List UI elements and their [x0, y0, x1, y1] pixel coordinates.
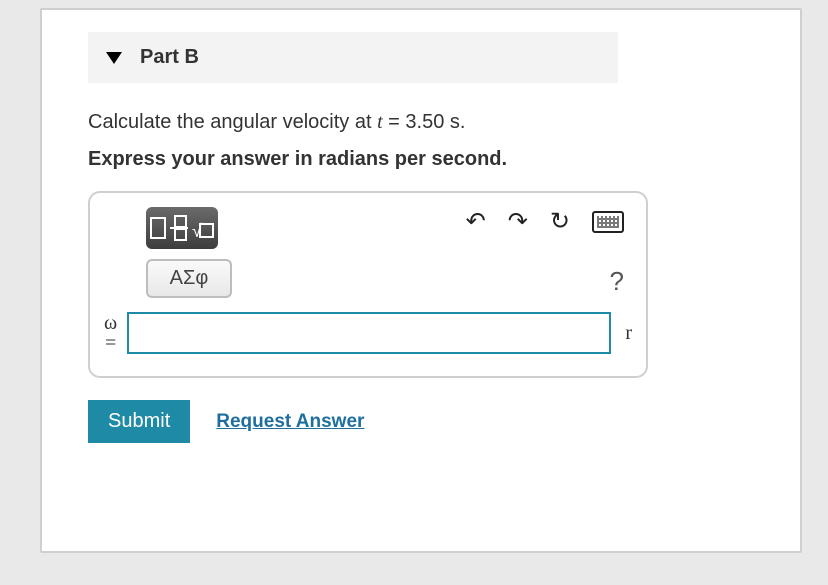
answer-input[interactable]: [127, 312, 611, 354]
question-prompt: Calculate the angular velocity at t = 3.…: [88, 111, 770, 134]
prompt-text-before: Calculate the angular velocity at: [88, 111, 377, 133]
prompt-equals: = 3.50 s.: [383, 111, 466, 133]
answer-area: √ ΑΣφ ↶ ↷ ↻ ? ω: [88, 191, 648, 378]
question-panel: Part B Calculate the angular velocity at…: [40, 8, 802, 553]
instruction-text: Express your answer in radians per secon…: [88, 148, 770, 171]
action-row: Submit Request Answer: [88, 400, 770, 443]
answer-variable-label: ω =: [104, 313, 117, 353]
template-box-icon: [150, 217, 166, 239]
math-templates-button[interactable]: √: [146, 207, 218, 249]
request-answer-link[interactable]: Request Answer: [216, 411, 364, 433]
unit-label: r: [621, 322, 632, 345]
redo-icon[interactable]: ↷: [508, 207, 528, 236]
collapse-triangle-icon: [106, 52, 122, 64]
equals-symbol: =: [105, 333, 116, 353]
undo-icon[interactable]: ↶: [466, 207, 486, 236]
part-title: Part B: [140, 46, 199, 69]
part-header[interactable]: Part B: [88, 32, 618, 83]
submit-button[interactable]: Submit: [88, 400, 190, 443]
keyboard-icon[interactable]: [592, 211, 624, 233]
reset-icon[interactable]: ↻: [550, 207, 570, 236]
omega-symbol: ω: [104, 313, 117, 333]
template-sqrt-icon: √: [192, 218, 214, 238]
equation-toolbar: √ ΑΣφ ↶ ↷ ↻ ?: [90, 193, 646, 298]
greek-letters-button[interactable]: ΑΣφ: [146, 259, 232, 298]
template-fraction-icon: [170, 215, 188, 241]
help-button[interactable]: ?: [610, 266, 624, 297]
answer-input-row: ω = r: [90, 298, 646, 376]
